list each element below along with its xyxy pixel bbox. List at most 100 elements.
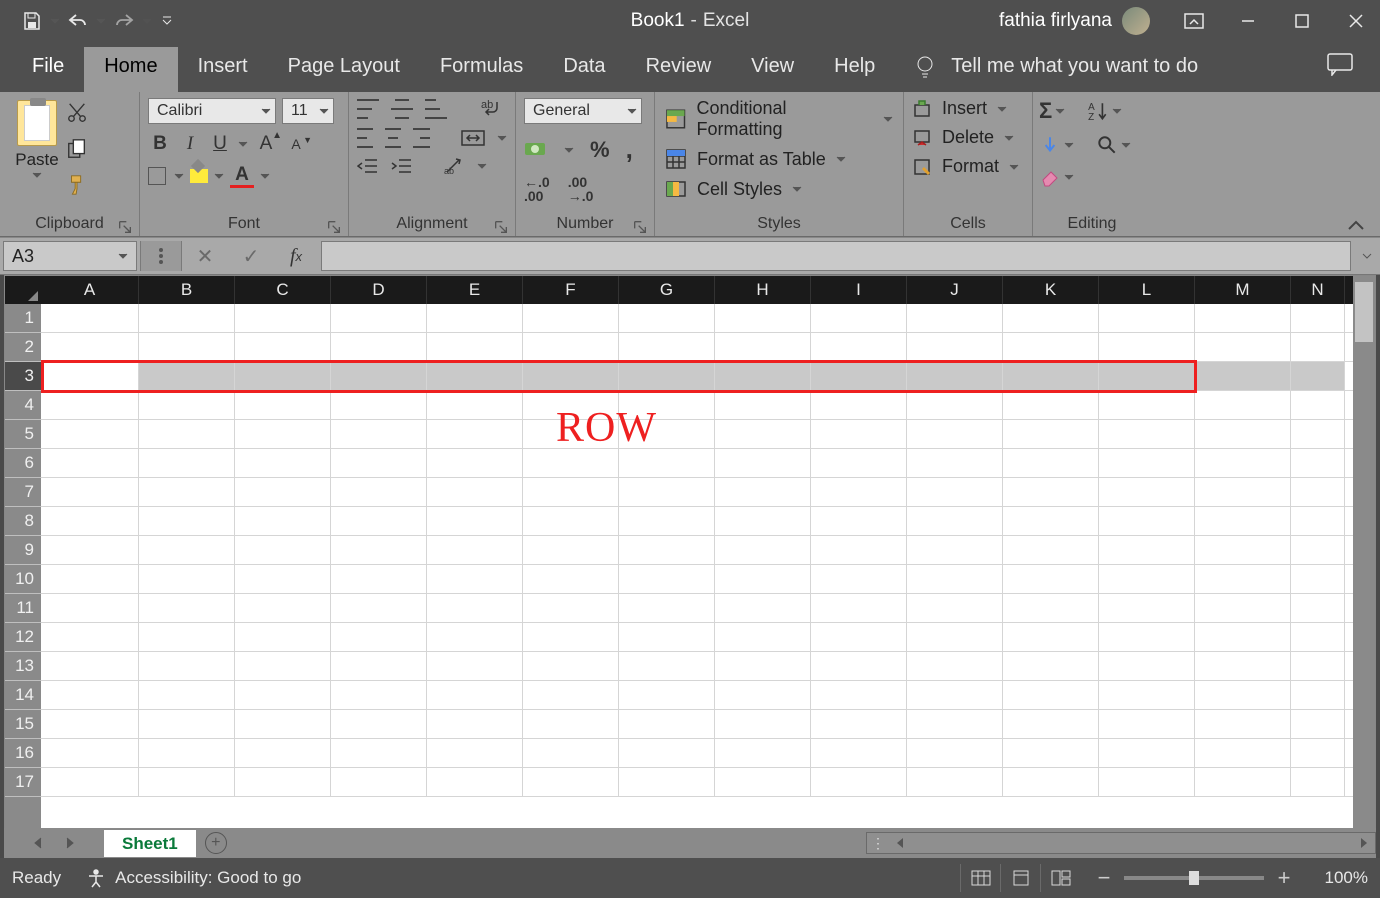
cell-H10[interactable]: [715, 565, 811, 593]
cell-K17[interactable]: [1003, 768, 1099, 796]
cell-J4[interactable]: [907, 391, 1003, 419]
align-bottom-button[interactable]: [425, 99, 447, 119]
cell-J2[interactable]: [907, 333, 1003, 361]
cell-D14[interactable]: [331, 681, 427, 709]
cell-L6[interactable]: [1099, 449, 1195, 477]
cell-N12[interactable]: [1291, 623, 1345, 651]
cell-I14[interactable]: [811, 681, 907, 709]
cell-F12[interactable]: [523, 623, 619, 651]
cell-C2[interactable]: [235, 333, 331, 361]
cell-N6[interactable]: [1291, 449, 1345, 477]
fill-button[interactable]: [1039, 134, 1074, 156]
minimize-button[interactable]: [1224, 1, 1272, 41]
cell-F16[interactable]: [523, 739, 619, 767]
cell-G17[interactable]: [619, 768, 715, 796]
cell-M2[interactable]: [1195, 333, 1291, 361]
sheet-nav-prev[interactable]: [32, 836, 44, 850]
cell-G10[interactable]: [619, 565, 715, 593]
cell-J5[interactable]: [907, 420, 1003, 448]
cell-K11[interactable]: [1003, 594, 1099, 622]
cell-K2[interactable]: [1003, 333, 1099, 361]
cell-D4[interactable]: [331, 391, 427, 419]
cell-J15[interactable]: [907, 710, 1003, 738]
insert-cells-button[interactable]: Insert: [912, 98, 1024, 119]
decrease-decimal-button[interactable]: .00→.0: [568, 175, 594, 203]
sheet-nav-next[interactable]: [64, 836, 76, 850]
cell-G13[interactable]: [619, 652, 715, 680]
column-header-G[interactable]: G: [619, 276, 715, 304]
cell-E17[interactable]: [427, 768, 523, 796]
zoom-in-button[interactable]: +: [1274, 865, 1294, 891]
cell-I8[interactable]: [811, 507, 907, 535]
cell-A1[interactable]: [41, 304, 139, 332]
cell-L1[interactable]: [1099, 304, 1195, 332]
cell-F1[interactable]: [523, 304, 619, 332]
cell-A13[interactable]: [41, 652, 139, 680]
column-header-D[interactable]: D: [331, 276, 427, 304]
cell-A10[interactable]: [41, 565, 139, 593]
cell-G14[interactable]: [619, 681, 715, 709]
merge-dropdown[interactable]: [497, 133, 507, 143]
row-header-16[interactable]: 16: [5, 739, 41, 768]
cell-I3[interactable]: [811, 362, 907, 390]
cell-G8[interactable]: [619, 507, 715, 535]
cell-J16[interactable]: [907, 739, 1003, 767]
cell-N11[interactable]: [1291, 594, 1345, 622]
cell-M15[interactable]: [1195, 710, 1291, 738]
cell-E14[interactable]: [427, 681, 523, 709]
page-break-view-button[interactable]: [1040, 864, 1080, 892]
cell-B10[interactable]: [139, 565, 235, 593]
vertical-scrollbar[interactable]: [1353, 276, 1375, 831]
column-header-I[interactable]: I: [811, 276, 907, 304]
cell-L8[interactable]: [1099, 507, 1195, 535]
cell-E1[interactable]: [427, 304, 523, 332]
cell-K14[interactable]: [1003, 681, 1099, 709]
cell-N3[interactable]: [1291, 362, 1345, 390]
cell-D15[interactable]: [331, 710, 427, 738]
column-header-K[interactable]: K: [1003, 276, 1099, 304]
cell-J11[interactable]: [907, 594, 1003, 622]
increase-indent-button[interactable]: [391, 157, 413, 175]
close-button[interactable]: [1332, 1, 1380, 41]
cut-button[interactable]: [66, 100, 88, 126]
cell-L5[interactable]: [1099, 420, 1195, 448]
copy-button[interactable]: [66, 136, 88, 162]
new-sheet-button[interactable]: +: [196, 832, 236, 854]
cell-C13[interactable]: [235, 652, 331, 680]
font-launcher[interactable]: [326, 219, 342, 235]
cell-E6[interactable]: [427, 449, 523, 477]
tell-me-search[interactable]: Tell me what you want to do: [895, 54, 1208, 92]
cell-G9[interactable]: [619, 536, 715, 564]
cell-M17[interactable]: [1195, 768, 1291, 796]
name-box[interactable]: A3: [3, 241, 137, 271]
cell-D13[interactable]: [331, 652, 427, 680]
cell-L15[interactable]: [1099, 710, 1195, 738]
cell-A2[interactable]: [41, 333, 139, 361]
find-select-button[interactable]: [1096, 134, 1131, 156]
underline-dropdown[interactable]: [238, 139, 248, 149]
cell-C12[interactable]: [235, 623, 331, 651]
cell-A3[interactable]: [41, 362, 139, 390]
align-middle-button[interactable]: [391, 99, 413, 119]
font-size-combo[interactable]: 11: [282, 98, 334, 124]
paste-label[interactable]: Paste: [15, 150, 58, 170]
row-header-9[interactable]: 9: [5, 536, 41, 565]
sort-filter-button[interactable]: AZ: [1087, 100, 1122, 122]
cell-K12[interactable]: [1003, 623, 1099, 651]
column-header-H[interactable]: H: [715, 276, 811, 304]
tab-help[interactable]: Help: [814, 47, 895, 92]
cell-K6[interactable]: [1003, 449, 1099, 477]
clear-button[interactable]: [1039, 166, 1074, 188]
cell-B8[interactable]: [139, 507, 235, 535]
cell-J17[interactable]: [907, 768, 1003, 796]
cell-H7[interactable]: [715, 478, 811, 506]
cell-D12[interactable]: [331, 623, 427, 651]
cell-A7[interactable]: [41, 478, 139, 506]
cell-B4[interactable]: [139, 391, 235, 419]
cell-G12[interactable]: [619, 623, 715, 651]
cell-F3[interactable]: [523, 362, 619, 390]
cell-I1[interactable]: [811, 304, 907, 332]
cell-E15[interactable]: [427, 710, 523, 738]
cell-J6[interactable]: [907, 449, 1003, 477]
expand-formula-bar[interactable]: [1354, 238, 1380, 274]
